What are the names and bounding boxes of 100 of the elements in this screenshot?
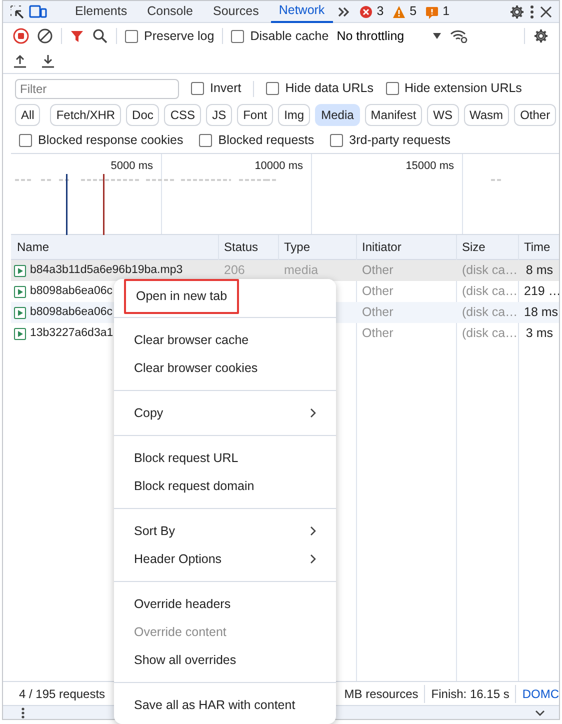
clear-icon[interactable] bbox=[37, 28, 53, 44]
checkbox-label: Preserve log bbox=[144, 28, 214, 45]
menu-item[interactable]: Save all as HAR with content bbox=[114, 691, 336, 719]
settings-icon[interactable] bbox=[509, 4, 525, 20]
checkbox[interactable] bbox=[19, 134, 32, 146]
search-icon[interactable] bbox=[92, 28, 108, 44]
type-filter[interactable]: Doc bbox=[126, 104, 160, 126]
type-filter[interactable]: WS bbox=[427, 104, 458, 126]
table-cell-text: 206 bbox=[223, 262, 246, 280]
caret-icon bbox=[432, 32, 442, 40]
checkbox-label: Invert bbox=[210, 80, 242, 98]
file-name[interactable]: b8098ab6ea06c bbox=[30, 282, 112, 300]
dom-loaded-marker bbox=[66, 174, 68, 236]
file-name[interactable]: 13b3227a6d3a1 bbox=[30, 324, 114, 342]
table-cell-text: (disk ca… bbox=[461, 262, 518, 280]
checkbox[interactable] bbox=[125, 30, 138, 42]
type-filter[interactable]: Img bbox=[278, 104, 310, 126]
info-icon bbox=[424, 4, 439, 18]
status-text: 4 / 195 requests bbox=[19, 686, 106, 702]
panel-tab[interactable]: Network bbox=[270, 1, 333, 22]
type-filter[interactable]: CSS bbox=[164, 104, 202, 126]
checkbox-label: 3rd-party requests bbox=[349, 132, 451, 149]
media-file-icon bbox=[14, 328, 26, 340]
type-filter[interactable]: Fetch/XHR bbox=[50, 104, 122, 126]
type-filter[interactable]: JS bbox=[206, 104, 232, 126]
checkbox[interactable] bbox=[386, 82, 399, 95]
issue-counter[interactable]: 3 bbox=[358, 2, 384, 21]
table-cell-text: Other bbox=[361, 262, 394, 280]
type-filter[interactable]: Media bbox=[315, 104, 360, 126]
media-file-icon bbox=[14, 286, 26, 298]
status-link[interactable]: DOMC bbox=[515, 684, 559, 702]
record-icon[interactable] bbox=[13, 28, 29, 44]
panel-tab[interactable]: Elements bbox=[67, 1, 136, 22]
column-header[interactable]: Initiator bbox=[356, 238, 456, 256]
status-text: MB resources bbox=[343, 686, 420, 702]
inspect-icon[interactable] bbox=[9, 4, 25, 20]
table-cell-text: (disk ca… bbox=[461, 283, 518, 300]
table-cell-text: 219 … bbox=[523, 283, 559, 300]
warning-icon bbox=[392, 4, 406, 18]
table-cell-text: 8 ms bbox=[524, 262, 554, 280]
file-name[interactable]: b84a3b11d5a6e96b19ba.mp3 bbox=[30, 262, 183, 280]
column-header[interactable]: Type bbox=[278, 238, 356, 256]
menu-item[interactable]: Clear browser cache bbox=[114, 326, 336, 354]
tick-label: 5000 ms bbox=[110, 159, 153, 174]
throttling-dropdown[interactable]: No throttling bbox=[336, 26, 442, 46]
media-file-icon bbox=[14, 306, 26, 318]
more-options-icon[interactable] bbox=[529, 4, 535, 20]
menu-item[interactable]: Copy bbox=[114, 399, 336, 427]
checkbox-label: Hide extension URLs bbox=[404, 80, 522, 98]
table-cell-text: 3 ms bbox=[524, 325, 554, 342]
column-header[interactable]: Status bbox=[218, 238, 278, 256]
type-filter[interactable]: Manifest bbox=[364, 104, 422, 126]
checkbox-label: Blocked requests bbox=[218, 132, 314, 149]
panel-tab[interactable]: Sources bbox=[204, 1, 267, 22]
panel-tab[interactable]: Console bbox=[139, 1, 201, 22]
media-file-icon bbox=[14, 264, 26, 276]
load-marker bbox=[103, 174, 104, 236]
checkbox[interactable] bbox=[266, 82, 280, 95]
column-header[interactable]: Name bbox=[11, 238, 218, 256]
download-icon[interactable] bbox=[41, 54, 55, 68]
checkbox-label: Hide data URLs bbox=[285, 80, 374, 98]
device-icon[interactable] bbox=[29, 4, 47, 20]
table-cell-text: (disk ca… bbox=[461, 304, 518, 322]
close-icon[interactable] bbox=[539, 4, 553, 18]
network-conditions-icon[interactable] bbox=[450, 29, 468, 43]
menu-item[interactable]: Block request domain bbox=[114, 472, 336, 500]
table-cell-text: (disk ca… bbox=[461, 325, 518, 342]
table-cell-text: Other bbox=[361, 304, 394, 322]
table-cell-text: media bbox=[283, 262, 320, 280]
type-filter[interactable]: Font bbox=[237, 104, 274, 126]
issue-counter[interactable]: 5 bbox=[392, 2, 417, 21]
checkbox[interactable] bbox=[330, 134, 344, 146]
table-cell-text: 18 ms bbox=[523, 304, 559, 322]
menu-item[interactable]: Open in new tab bbox=[124, 279, 240, 314]
type-filter[interactable]: Other bbox=[514, 104, 556, 126]
menu-item[interactable]: Override headers bbox=[114, 590, 336, 618]
chevron-icon[interactable] bbox=[535, 710, 545, 716]
file-name[interactable]: b8098ab6ea06c bbox=[30, 304, 112, 322]
column-header[interactable]: Time bbox=[518, 238, 559, 256]
menu-item[interactable]: Show all overrides bbox=[114, 646, 336, 674]
type-filter[interactable]: All bbox=[15, 104, 40, 126]
checkbox[interactable] bbox=[231, 30, 244, 42]
filter-field[interactable]: Filter bbox=[15, 78, 179, 98]
checkbox[interactable] bbox=[199, 134, 212, 146]
menu-item[interactable]: Block request URL bbox=[114, 444, 336, 472]
menu-item[interactable]: Header Options bbox=[114, 545, 336, 573]
column-header[interactable]: Size bbox=[456, 238, 518, 256]
checkbox[interactable] bbox=[191, 82, 204, 95]
menu-item[interactable]: Sort By bbox=[114, 517, 336, 545]
settings-icon[interactable] bbox=[533, 28, 549, 44]
issue-counter[interactable]: 1 bbox=[424, 2, 450, 21]
checkbox-label: Blocked response cookies bbox=[38, 132, 184, 149]
more-tabs-icon[interactable] bbox=[336, 6, 351, 18]
upload-icon[interactable] bbox=[13, 54, 27, 68]
filter-icon[interactable] bbox=[70, 29, 84, 43]
status-text: Finish: 16.15 s bbox=[424, 684, 516, 702]
drawer-menu-icon[interactable] bbox=[21, 706, 25, 718]
table-cell-text: Other bbox=[361, 325, 394, 342]
type-filter[interactable]: Wasm bbox=[464, 104, 510, 126]
menu-item[interactable]: Clear browser cookies bbox=[114, 354, 336, 382]
